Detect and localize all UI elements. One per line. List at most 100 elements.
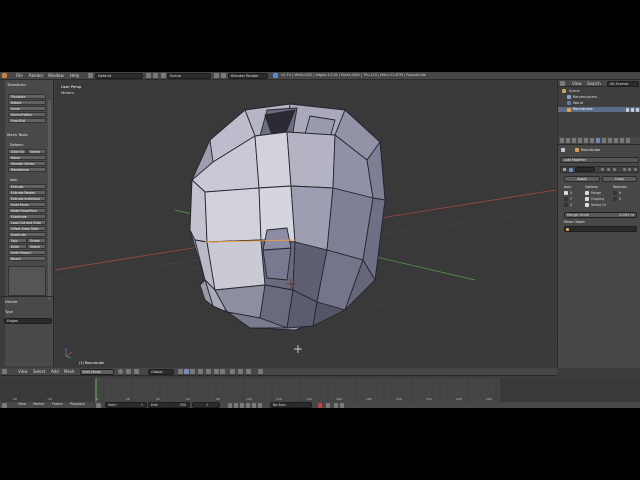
menu-select[interactable]: Select: [33, 369, 45, 374]
layer-buttons-icon[interactable]: [258, 369, 263, 374]
remove-scene-icon[interactable]: [221, 73, 226, 78]
knife-project-button[interactable]: Knife Project: [8, 250, 46, 255]
pivot-point-icon[interactable]: [126, 369, 131, 374]
blender-logo-icon[interactable]: [2, 73, 7, 78]
modifier-panel-header[interactable]: [560, 166, 639, 173]
mirror-object-field[interactable]: [564, 226, 637, 232]
prev-keyframe-icon[interactable]: [234, 402, 238, 408]
menu-add[interactable]: Add: [51, 369, 59, 374]
extrude-button[interactable]: Extrude: [8, 184, 46, 189]
subdivide-button[interactable]: Subdivide: [8, 214, 46, 219]
animation-render-icon[interactable]: [246, 369, 251, 374]
viewport-canvas[interactable]: [55, 80, 556, 368]
limit-selection-icon[interactable]: [198, 369, 203, 374]
timeline-menu-marker[interactable]: Marker: [33, 402, 45, 406]
offset-edge-slide-button[interactable]: Offset Edge Slide: [8, 226, 46, 231]
merge-limit-field[interactable]: Merge Limit: 0.001 m: [564, 212, 637, 218]
knife-select-button[interactable]: Select: [27, 244, 46, 249]
apply-button[interactable]: Apply: [564, 176, 600, 182]
tool-shelf-scrollbar[interactable]: [48, 100, 51, 300]
render-preview-icon[interactable]: [230, 369, 235, 374]
modifiers-wrench-icon[interactable]: [596, 138, 600, 143]
menu-file[interactable]: File: [16, 73, 23, 78]
timeline-area[interactable]: -40 -20 0 20 40 60 80 100 120 140 160 18…: [0, 378, 640, 402]
next-keyframe-icon[interactable]: [252, 402, 256, 408]
bisect-button[interactable]: Bisect: [8, 256, 46, 261]
outliner-search-menu[interactable]: Search: [587, 81, 601, 86]
remove-layout-icon[interactable]: [153, 73, 158, 78]
viewport-shading-icon[interactable]: [118, 369, 123, 374]
world-tab-icon[interactable]: [578, 138, 582, 143]
manipulator-toggle-icon[interactable]: [134, 369, 139, 374]
delete-keyframe-icon[interactable]: [340, 402, 344, 408]
timeline-menu-view[interactable]: View: [18, 402, 26, 406]
jump-start-icon[interactable]: [228, 402, 232, 408]
screen-layout-icon[interactable]: [88, 73, 93, 78]
add-modifier-dropdown[interactable]: Add Modifier: [560, 157, 639, 163]
scene-selector[interactable]: Scene: [167, 73, 211, 79]
screw-button[interactable]: Screw: [27, 238, 46, 243]
snap-toggle-icon[interactable]: [214, 369, 219, 374]
sync-mode-selector[interactable]: No Sync: [270, 402, 312, 408]
insert-keyframe-icon[interactable]: [334, 402, 338, 408]
pin-icon[interactable]: [561, 148, 565, 152]
add-layout-icon[interactable]: [146, 73, 151, 78]
timeline-menu-playback[interactable]: Playback: [70, 402, 85, 406]
shrink-fatten-button[interactable]: Shrink/Fatten: [8, 112, 46, 117]
copy-button[interactable]: Copy: [602, 176, 637, 182]
opengl-render-icon[interactable]: [238, 369, 243, 374]
loop-cut-slide-button[interactable]: Loop Cut and Slide: [8, 220, 46, 225]
extrude-region-button[interactable]: Extrude Region: [8, 190, 46, 195]
mode-selector[interactable]: Edit Mode: [80, 369, 114, 375]
record-icon[interactable]: [318, 402, 322, 408]
snap-element-icon[interactable]: [220, 369, 225, 374]
inset-faces-button[interactable]: Inset Faces: [8, 202, 46, 207]
smooth-vertex-button[interactable]: Smooth Vertex: [8, 161, 46, 166]
outliner-view-menu[interactable]: View: [572, 81, 582, 86]
editor-type-icon[interactable]: [2, 369, 7, 374]
modifier-name-field[interactable]: [575, 167, 595, 172]
render-tab-icon[interactable]: [560, 138, 564, 143]
move-up-icon[interactable]: [623, 168, 626, 171]
outliner-row-renderlayers[interactable]: RenderLayers: [558, 95, 640, 100]
realtime-toggle-icon[interactable]: [607, 168, 610, 171]
scene-icon[interactable]: [161, 73, 166, 78]
transform-panel-header[interactable]: Transform: [7, 82, 26, 87]
delete-operator-header[interactable]: Delete: [5, 299, 17, 304]
extrude-individual-button[interactable]: Extrude Individual: [8, 196, 46, 201]
menu-help[interactable]: Help: [70, 73, 79, 78]
data-tab-icon[interactable]: [602, 138, 606, 143]
face-select-icon[interactable]: [190, 369, 195, 374]
jump-end-icon[interactable]: [258, 402, 262, 408]
close-x-icon[interactable]: [634, 168, 637, 171]
knife-button[interactable]: Knife: [8, 244, 27, 249]
material-tab-icon[interactable]: [608, 138, 612, 143]
selectable-arrow-icon[interactable]: [631, 107, 634, 112]
timeline-menu-frame[interactable]: Frame: [52, 402, 63, 406]
menu-mesh[interactable]: Mesh: [64, 369, 75, 374]
outliner-row-scene[interactable]: Scene: [558, 89, 640, 94]
outliner-row-world[interactable]: World: [558, 101, 640, 106]
add-scene-icon[interactable]: [214, 73, 219, 78]
edit-mode-toggle-icon[interactable]: [601, 168, 604, 171]
end-frame-field[interactable]: End: 250: [148, 402, 190, 408]
delete-type-selector[interactable]: Edges: [4, 318, 52, 324]
transform-orientation-selector[interactable]: Global: [148, 369, 174, 375]
particles-tab-icon[interactable]: [620, 138, 624, 143]
object-tab-icon[interactable]: [584, 138, 588, 143]
translate-button[interactable]: Translate: [8, 94, 46, 99]
head-mesh[interactable]: [189, 103, 386, 331]
visibility-eye-icon[interactable]: [626, 107, 629, 112]
vertex-select-icon[interactable]: [178, 369, 183, 374]
slide-edge-button[interactable]: Slide Ed: [8, 149, 27, 154]
texture-tab-icon[interactable]: [614, 138, 618, 143]
push-pull-button[interactable]: Push/Pull: [8, 118, 46, 123]
preview-range-icon[interactable]: [96, 402, 101, 408]
outliner-editor-icon[interactable]: [560, 81, 565, 86]
randomize-button[interactable]: Randomize: [8, 167, 46, 172]
slide-vertex-button[interactable]: Vertex: [27, 149, 46, 154]
play-icon[interactable]: [246, 402, 250, 408]
layout-selector[interactable]: Default: [95, 73, 143, 79]
3d-viewport[interactable]: User Persp Meters (1) Roundcube: [55, 80, 556, 368]
render-engine-selector[interactable]: Blender Render: [228, 73, 268, 79]
